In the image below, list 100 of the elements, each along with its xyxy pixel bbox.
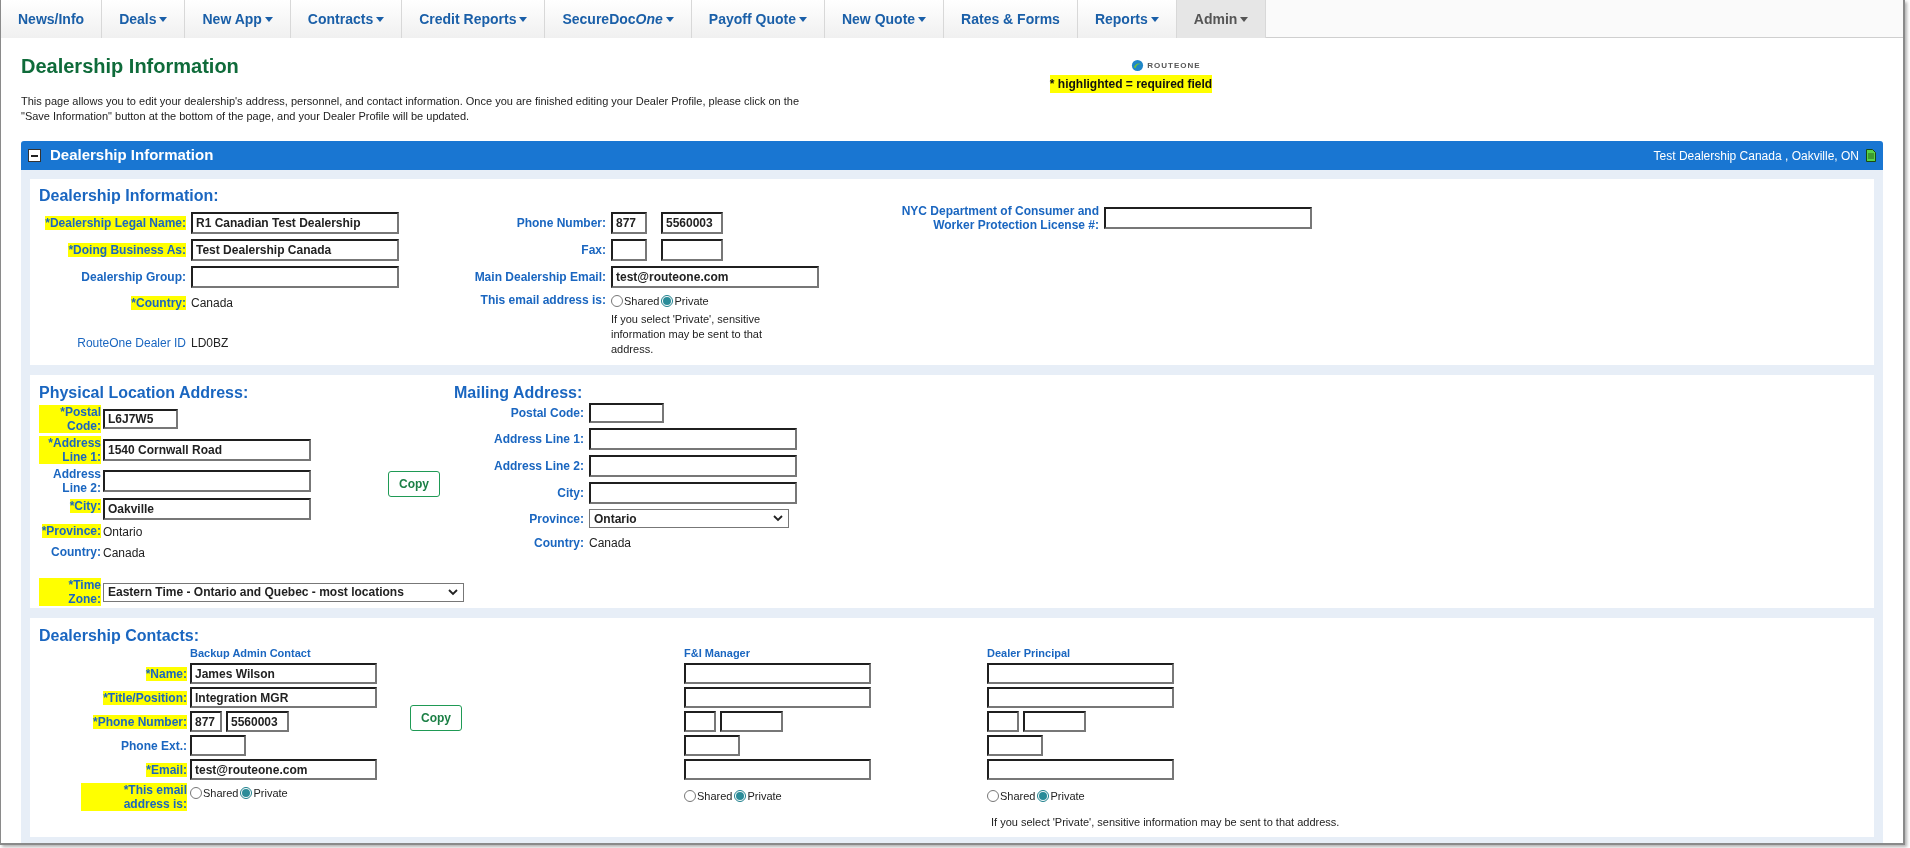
field-label: Phone Number: xyxy=(516,216,606,230)
section-heading: Dealership Information: xyxy=(39,186,220,206)
radio-button[interactable] xyxy=(734,790,747,803)
text-field[interactable]: L6J7W5 xyxy=(103,409,178,429)
field-value: LD0BZ xyxy=(191,335,229,352)
field-label: Address Line 2: xyxy=(51,467,101,495)
field-value: Canada xyxy=(191,295,234,312)
text-field[interactable]: Oakville xyxy=(103,498,311,520)
text-field[interactable] xyxy=(684,735,740,756)
radio-label: Shared xyxy=(624,294,660,309)
radio-label: Shared xyxy=(697,789,733,804)
text-field[interactable] xyxy=(191,266,399,288)
text-field[interactable]: 877 xyxy=(190,711,222,732)
nav-tab[interactable]: Credit Reports xyxy=(402,0,546,38)
radio-button[interactable] xyxy=(684,790,696,803)
text-field[interactable]: James Wilson xyxy=(190,663,377,684)
column-heading: Dealer Principal xyxy=(987,646,1072,660)
field-label: Address Line 1: xyxy=(493,432,584,446)
nav-tab[interactable]: SecureDocOne xyxy=(545,0,692,38)
nav-tab[interactable]: Deals xyxy=(102,0,186,38)
text-field[interactable]: Integration MGR xyxy=(190,687,377,708)
text-field[interactable] xyxy=(684,759,871,780)
field-label: Dealership Group: xyxy=(81,270,186,284)
text-field[interactable] xyxy=(661,239,723,261)
page-title: Dealership Information xyxy=(21,54,240,79)
field-label: Country: xyxy=(51,545,101,559)
copy-button[interactable]: Copy xyxy=(388,470,440,497)
nav-tab[interactable]: Admin xyxy=(1176,0,1267,38)
radio-label: Shared xyxy=(203,786,239,801)
radio-button[interactable] xyxy=(661,295,674,308)
nav-tab[interactable]: New App xyxy=(185,0,291,38)
text-field[interactable] xyxy=(987,759,1174,780)
text-field[interactable] xyxy=(611,239,647,261)
collapse-icon[interactable] xyxy=(28,149,41,162)
field-label: *Address Line 1: xyxy=(39,436,101,464)
text-field[interactable] xyxy=(1104,207,1312,229)
text-field[interactable] xyxy=(589,428,797,450)
field-label: *Dealership Legal Name: xyxy=(45,216,186,230)
note-text: If you select 'Private', sensitive information may be sent to that address. xyxy=(611,311,764,357)
field-label: NYC Department of Consumer and Worker Protection License #: xyxy=(900,204,1099,232)
radio-label: Private xyxy=(674,294,709,309)
dealer-location: Test Dealership Canada , Oakville, ON xyxy=(1653,147,1859,165)
field-value: Canada xyxy=(103,545,146,562)
field-label: *Time Zone: xyxy=(39,578,101,606)
radio-label: Private xyxy=(253,786,288,801)
text-field[interactable]: test@routeone.com xyxy=(190,759,377,780)
text-field[interactable] xyxy=(987,711,1019,732)
panel-title: Dealership Information xyxy=(50,145,214,166)
dropdown-select[interactable]: Eastern Time - Ontario and Quebec - most locations xyxy=(103,582,464,602)
document-icon[interactable] xyxy=(1866,149,1876,162)
field-label: *City: xyxy=(69,499,101,513)
text-field[interactable] xyxy=(684,663,871,684)
text-field[interactable] xyxy=(1023,711,1086,732)
text-field[interactable] xyxy=(684,711,716,732)
dropdown-select[interactable]: Ontario xyxy=(589,509,789,528)
radio-button[interactable] xyxy=(240,787,253,800)
text-field[interactable]: 877 xyxy=(611,212,647,234)
section-heading: Physical Location Address: xyxy=(39,383,250,403)
field-value: Ontario xyxy=(103,524,143,541)
field-label: Main Dealership Email: xyxy=(474,270,606,284)
text-field[interactable] xyxy=(103,470,311,492)
nav-tab[interactable]: Rates & Forms xyxy=(944,0,1078,38)
nav-tab[interactable]: Reports xyxy=(1077,0,1177,38)
field-label: *Email: xyxy=(146,762,187,777)
text-field[interactable] xyxy=(684,687,871,708)
field-label: *Name: xyxy=(145,666,187,681)
field-label: City: xyxy=(557,486,584,500)
text-field[interactable] xyxy=(987,687,1174,708)
text-field[interactable] xyxy=(987,735,1043,756)
text-field[interactable]: Test Dealership Canada xyxy=(191,239,399,261)
nav-tab[interactable]: Payoff Quote xyxy=(691,0,825,38)
radio-button[interactable] xyxy=(987,790,999,803)
nav-tab[interactable]: Contracts xyxy=(290,0,403,38)
text-field[interactable]: R1 Canadian Test Dealership xyxy=(191,212,399,234)
note-text: If you select 'Private', sensitive information may be sent to that address. xyxy=(990,814,1341,830)
radio-button[interactable] xyxy=(611,295,623,308)
copy-button[interactable]: Copy xyxy=(410,705,462,731)
page-description: This page allows you to edit your dealership's address, personnel, and contact information. Once you are finished editing your Dealer Profile, please click on the "Save Information" button at the bottom of the page, and your Dealer Profile will be updated. xyxy=(21,94,801,124)
nav-tab[interactable]: News/Info xyxy=(1,0,103,38)
field-label: *Title/Position: xyxy=(103,690,187,705)
field-value: Canada xyxy=(589,535,632,552)
text-field[interactable]: test@routeone.com xyxy=(611,266,819,288)
radio-button[interactable] xyxy=(1037,790,1050,803)
text-field[interactable] xyxy=(589,482,797,504)
text-field[interactable]: 1540 Cornwall Road xyxy=(103,439,311,461)
text-field[interactable] xyxy=(720,711,783,732)
nav-tab[interactable]: New Quote xyxy=(824,0,945,38)
text-field[interactable] xyxy=(987,663,1174,684)
text-field[interactable]: 5560003 xyxy=(661,212,723,234)
field-label: *This email address is: xyxy=(81,783,187,811)
text-field[interactable] xyxy=(190,735,246,756)
chevron-down-icon xyxy=(773,515,783,522)
text-field[interactable]: 5560003 xyxy=(226,711,289,732)
text-field[interactable] xyxy=(589,455,797,477)
radio-button[interactable] xyxy=(190,787,202,800)
text-field[interactable] xyxy=(589,403,664,423)
field-label: *Phone Number: xyxy=(93,714,187,729)
field-label: Postal Code: xyxy=(510,406,584,420)
field-label: This email address is: xyxy=(480,293,606,307)
field-label: Province: xyxy=(529,511,584,526)
